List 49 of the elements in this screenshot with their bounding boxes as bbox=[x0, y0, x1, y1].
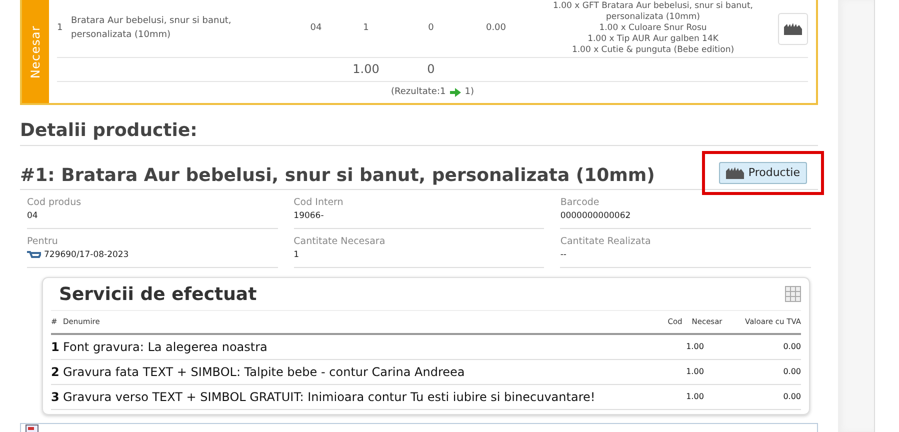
product-name: Bratara Aur bebelusi, snur si banut, personalizata (10mm) bbox=[71, 15, 232, 42]
option-line: 1.00 x Tip AUR Aur galben 14K bbox=[588, 34, 718, 46]
grid-icon[interactable] bbox=[785, 286, 801, 302]
production-button[interactable]: Productie bbox=[719, 162, 807, 184]
value-with-vat: 0.00 bbox=[782, 391, 801, 403]
service-name: Gravura fata TEXT + SIMBOL: Talpite bebe - contur Carina Andreea bbox=[63, 364, 466, 381]
required-quantity: 1.00 bbox=[685, 366, 705, 378]
arrow-right-icon[interactable] bbox=[450, 88, 461, 97]
row-number: 2 bbox=[51, 364, 60, 381]
service-name: Font gravura: La alegerea noastra bbox=[63, 339, 268, 356]
required-quantity: 1.00 bbox=[685, 391, 705, 403]
product-title: #1: Bratara Aur bebelusi, snur si banut, personalizata (10mm) bbox=[20, 164, 655, 188]
option-line: 1.00 x GFT Bratara Aur bebelusi, snur si banut, personalizata (10mm) bbox=[552, 1, 754, 24]
section-title: Detalii productie: bbox=[20, 117, 818, 146]
field-label: Barcode bbox=[560, 196, 600, 210]
option-line: 1.00 x Culoare Snur Rosu bbox=[599, 23, 707, 34]
factory-icon bbox=[784, 22, 802, 35]
results-count: 1) bbox=[464, 86, 474, 99]
row-number: 1 bbox=[51, 339, 60, 356]
field-value: 1 bbox=[294, 249, 300, 262]
field-value: -- bbox=[560, 249, 566, 262]
field-value: 19066- bbox=[294, 210, 324, 223]
product-code: 04 bbox=[309, 22, 323, 35]
field-value: 729690/17-08-2023 bbox=[44, 249, 129, 262]
value: 0.00 bbox=[484, 22, 508, 35]
cart-icon bbox=[27, 251, 41, 260]
field-label: Cod Intern bbox=[294, 196, 344, 210]
option-line: 1.00 x Cutie & punguta (Bebe edition) bbox=[572, 45, 734, 56]
card-title: Servicii de efectuat bbox=[59, 282, 257, 306]
value-with-vat: 0.00 bbox=[782, 366, 801, 378]
side-label: Necesar bbox=[28, 24, 44, 78]
factory-icon bbox=[726, 167, 744, 179]
field-label: Cantitate Necesara bbox=[294, 235, 386, 249]
field-value: 04 bbox=[27, 210, 38, 223]
field-label: Cod produs bbox=[27, 196, 82, 210]
row-number: 1 bbox=[57, 22, 64, 35]
total-quantity: 1.00 bbox=[352, 61, 380, 78]
service-name: Gravura verso TEXT + SIMBOL GRATUIT: Inimioara contur Tu esti iubire si binecuvantare! bbox=[63, 389, 596, 406]
field-label: Cantitate Realizata bbox=[560, 235, 652, 249]
field-label: Pentru bbox=[27, 235, 59, 249]
results-count: (Rezultate:1 bbox=[391, 86, 446, 99]
value-with-vat: 0.00 bbox=[782, 341, 801, 353]
total-done: 0 bbox=[426, 61, 436, 78]
done-quantity: 0 bbox=[427, 22, 435, 35]
required-quantity: 1.00 bbox=[685, 341, 705, 353]
production-button[interactable] bbox=[778, 12, 808, 45]
row-number: 3 bbox=[51, 389, 60, 406]
field-value: 0000000000062 bbox=[560, 210, 631, 223]
quantity: 1 bbox=[362, 22, 370, 35]
